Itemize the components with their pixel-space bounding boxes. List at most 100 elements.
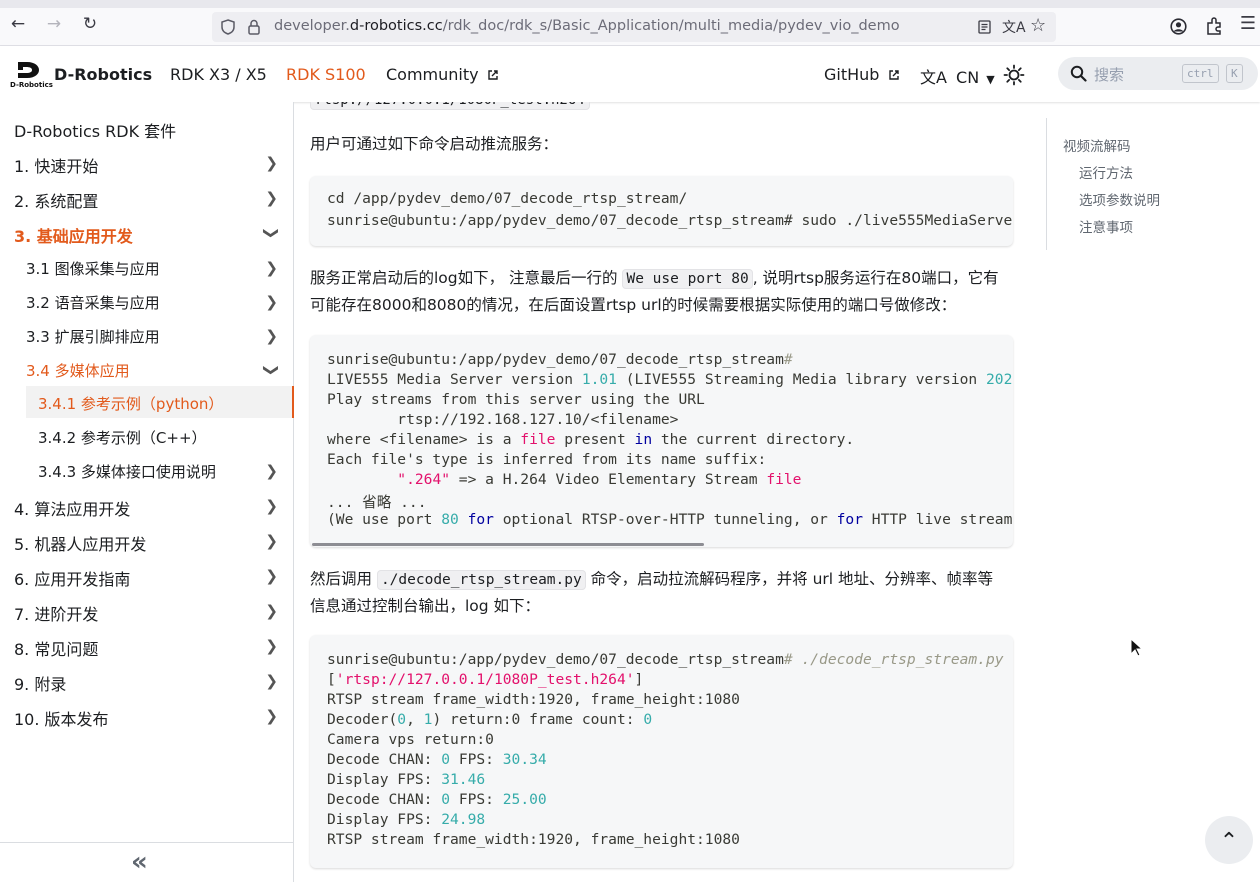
sidebar-title[interactable]: D-Robotics RDK 套件 bbox=[14, 118, 176, 142]
search-box[interactable]: 搜索 ctrl K bbox=[1058, 57, 1258, 90]
code-line: where <filename> is a file present in th… bbox=[327, 431, 855, 448]
sidebar-item-label: 1. 快速开始 bbox=[14, 157, 99, 176]
forward-icon[interactable]: → bbox=[44, 14, 64, 34]
external-link-icon bbox=[888, 70, 899, 80]
sidebar-item-label: 3.4.3 多媒体接口使用说明 bbox=[38, 463, 216, 481]
translate-icon: 文A bbox=[920, 68, 947, 87]
url-bar[interactable]: developer.d-robotics.cc/rdk_doc/rdk_s/Ba… bbox=[212, 12, 1056, 42]
toc-item-notes[interactable]: 注意事项 bbox=[1079, 216, 1133, 236]
toc-item-run-method[interactable]: 运行方法 bbox=[1079, 162, 1133, 182]
sidebar-item-label: 3.3 扩展引脚排应用 bbox=[26, 328, 160, 346]
toc-item-video-decode[interactable]: 视频流解码 bbox=[1063, 135, 1131, 155]
url-text[interactable]: developer.d-robotics.cc/rdk_doc/rdk_s/Ba… bbox=[274, 18, 900, 34]
code-line: sunrise@ubuntu:/app/pydev_demo/07_decode… bbox=[327, 651, 1004, 668]
code-line: cd /app/pydev_demo/07_decode_rtsp_stream… bbox=[327, 190, 688, 207]
extensions-icon[interactable] bbox=[1206, 17, 1223, 35]
nav-community[interactable]: Community bbox=[386, 65, 499, 84]
bookmark-star-icon[interactable]: ☆ bbox=[1030, 15, 1046, 36]
brand-title[interactable]: D-Robotics bbox=[54, 65, 152, 84]
lock-icon[interactable] bbox=[248, 19, 260, 35]
code-line: sunrise@ubuntu:/app/pydev_demo/07_decode… bbox=[327, 351, 793, 368]
code-line: ".264" => a H.264 Video Elementary Strea… bbox=[397, 471, 802, 488]
code-line: Decode CHAN: 0 FPS: 25.00 bbox=[327, 791, 547, 808]
sidebar-item-label: 3.4 多媒体应用 bbox=[26, 362, 130, 380]
sidebar-item-label: 6. 应用开发指南 bbox=[14, 570, 131, 589]
code-line: RTSP stream frame_width:1920, frame_heig… bbox=[327, 691, 740, 708]
external-link-icon bbox=[488, 70, 498, 80]
search-icon bbox=[1070, 65, 1087, 82]
shield-icon[interactable] bbox=[221, 19, 235, 35]
collapse-sidebar-icon[interactable]: « bbox=[131, 847, 148, 877]
sidebar-item-label: 7. 进阶开发 bbox=[14, 605, 99, 624]
kbd-k: K bbox=[1226, 64, 1243, 83]
sidebar-item-label: 3. 基础应用开发 bbox=[14, 227, 133, 246]
code-line: Decoder(0, 1) return:0 frame count: 0 bbox=[327, 711, 653, 728]
code-line: Each file's type is inferred from its na… bbox=[327, 451, 767, 468]
sidebar-item-label: 3.2 语音采集与应用 bbox=[26, 294, 160, 312]
theme-toggle-sun-icon[interactable] bbox=[1003, 64, 1025, 86]
sidebar-item-label: 2. 系统配置 bbox=[14, 192, 99, 211]
toc-item-options[interactable]: 选项参数说明 bbox=[1079, 189, 1160, 209]
back-icon[interactable]: ← bbox=[8, 14, 28, 34]
nav-rdk-s100[interactable]: RDK S100 bbox=[286, 65, 366, 84]
code-line: ['rtsp://127.0.0.1/1080P_test.h264'] bbox=[327, 671, 644, 688]
translate-icon[interactable]: 文A bbox=[1002, 17, 1026, 37]
code-block-server-log[interactable]: sunrise@ubuntu:/app/pydev_demo/07_decode… bbox=[310, 335, 1013, 547]
chevron-right-icon[interactable]: ❯ bbox=[265, 293, 278, 311]
reload-icon[interactable]: ↻ bbox=[80, 14, 100, 34]
code-line: RTSP stream frame_width:1920, frame_heig… bbox=[327, 831, 740, 848]
sidebar-item-label: 5. 机器人应用开发 bbox=[14, 535, 147, 554]
paragraph-start-server: 用户可通过如下命令启动推流服务： bbox=[310, 135, 559, 153]
code-block-decode-log[interactable]: sunrise@ubuntu:/app/pydev_demo/07_decode… bbox=[310, 635, 1013, 868]
code-block-start-server[interactable]: cd /app/pydev_demo/07_decode_rtsp_stream… bbox=[310, 176, 1013, 246]
code-line: Display FPS: 24.98 bbox=[327, 811, 486, 828]
paragraph-decode: 然后调用 ./decode_rtsp_stream.py 命令，启动拉流解码程序… bbox=[310, 570, 994, 615]
menu-icon[interactable]: ☰ bbox=[1238, 14, 1258, 34]
table-of-contents: 视频流解码 运行方法 选项参数说明 注意事项 bbox=[1046, 118, 1246, 250]
site-navbar: D-Robotics D-Robotics RDK X3 / X5 RDK S1… bbox=[0, 46, 1260, 102]
kbd-ctrl: ctrl bbox=[1182, 64, 1219, 83]
chevron-right-icon[interactable]: ❯ bbox=[265, 259, 278, 277]
code-line: Display FPS: 31.46 bbox=[327, 771, 486, 788]
chevron-right-icon[interactable]: ❯ bbox=[265, 532, 278, 550]
language-dropdown[interactable]: 文A CN ▼ bbox=[920, 64, 995, 88]
chevron-right-icon[interactable]: ❯ bbox=[265, 327, 278, 345]
horizontal-scrollbar[interactable] bbox=[312, 543, 704, 546]
inline-code-port: We use port 80 bbox=[622, 269, 753, 289]
sidebar-item-label: 3.4.1 参考示例（python） bbox=[38, 395, 224, 413]
sidebar-item-label: 8. 常见问题 bbox=[14, 640, 99, 659]
code-line: Decode CHAN: 0 FPS: 30.34 bbox=[327, 751, 547, 768]
sidebar-divider bbox=[0, 842, 293, 843]
chevron-right-icon[interactable]: ❯ bbox=[265, 462, 278, 480]
back-to-top-button[interactable]: ⌃ bbox=[1205, 816, 1253, 864]
code-line: Camera vps return:0 bbox=[327, 731, 494, 748]
code-line: Play streams from this server using the … bbox=[327, 391, 705, 408]
chevron-right-icon[interactable]: ❯ bbox=[265, 602, 278, 620]
search-placeholder: 搜索 bbox=[1094, 66, 1125, 84]
reader-icon[interactable] bbox=[978, 20, 991, 34]
paragraph-server-log: 服务正常启动后的log如下， 注意最后一行的 We use port 80, 说… bbox=[310, 269, 999, 314]
nav-rdk-x3-x5[interactable]: RDK X3 / X5 bbox=[170, 65, 267, 84]
chevron-right-icon[interactable]: ❯ bbox=[265, 189, 278, 207]
code-line: LIVE555 Media Server version 1.01 (LIVE5… bbox=[327, 371, 1013, 388]
mouse-cursor-icon bbox=[1130, 638, 1144, 657]
chevron-right-icon[interactable]: ❯ bbox=[265, 497, 278, 515]
code-line: rtsp://192.168.127.10/<filename> bbox=[327, 411, 679, 428]
chevron-right-icon[interactable]: ❯ bbox=[265, 154, 278, 172]
nav-github[interactable]: GitHub bbox=[824, 65, 900, 84]
chevron-right-icon[interactable]: ❯ bbox=[265, 707, 278, 725]
chevron-right-icon[interactable]: ❯ bbox=[265, 567, 278, 585]
chevron-down-icon[interactable]: ❯ bbox=[263, 227, 281, 240]
sidebar-item-label: 4. 算法应用开发 bbox=[14, 500, 131, 519]
docs-sidebar: D-Robotics RDK 套件 1. 快速开始 ❯ 2. 系统配置 ❯ 3. 基… bbox=[0, 102, 294, 882]
chevron-down-icon[interactable]: ❯ bbox=[263, 364, 281, 377]
logo-small-text: D-Robotics bbox=[10, 81, 53, 89]
logo[interactable]: D-Robotics bbox=[10, 60, 53, 90]
code-line: sunrise@ubuntu:/app/pydev_demo/07_decode… bbox=[327, 212, 1013, 229]
inline-code-partial: rtsp://127.0.0.1/1080P_test.h264 bbox=[310, 102, 590, 110]
chevron-right-icon[interactable]: ❯ bbox=[265, 672, 278, 690]
code-line: (We use port 80 for optional RTSP-over-H… bbox=[327, 511, 1013, 528]
account-icon[interactable] bbox=[1170, 18, 1187, 35]
chevron-right-icon[interactable]: ❯ bbox=[265, 637, 278, 655]
code-line: ... 省略 ... bbox=[327, 494, 427, 511]
